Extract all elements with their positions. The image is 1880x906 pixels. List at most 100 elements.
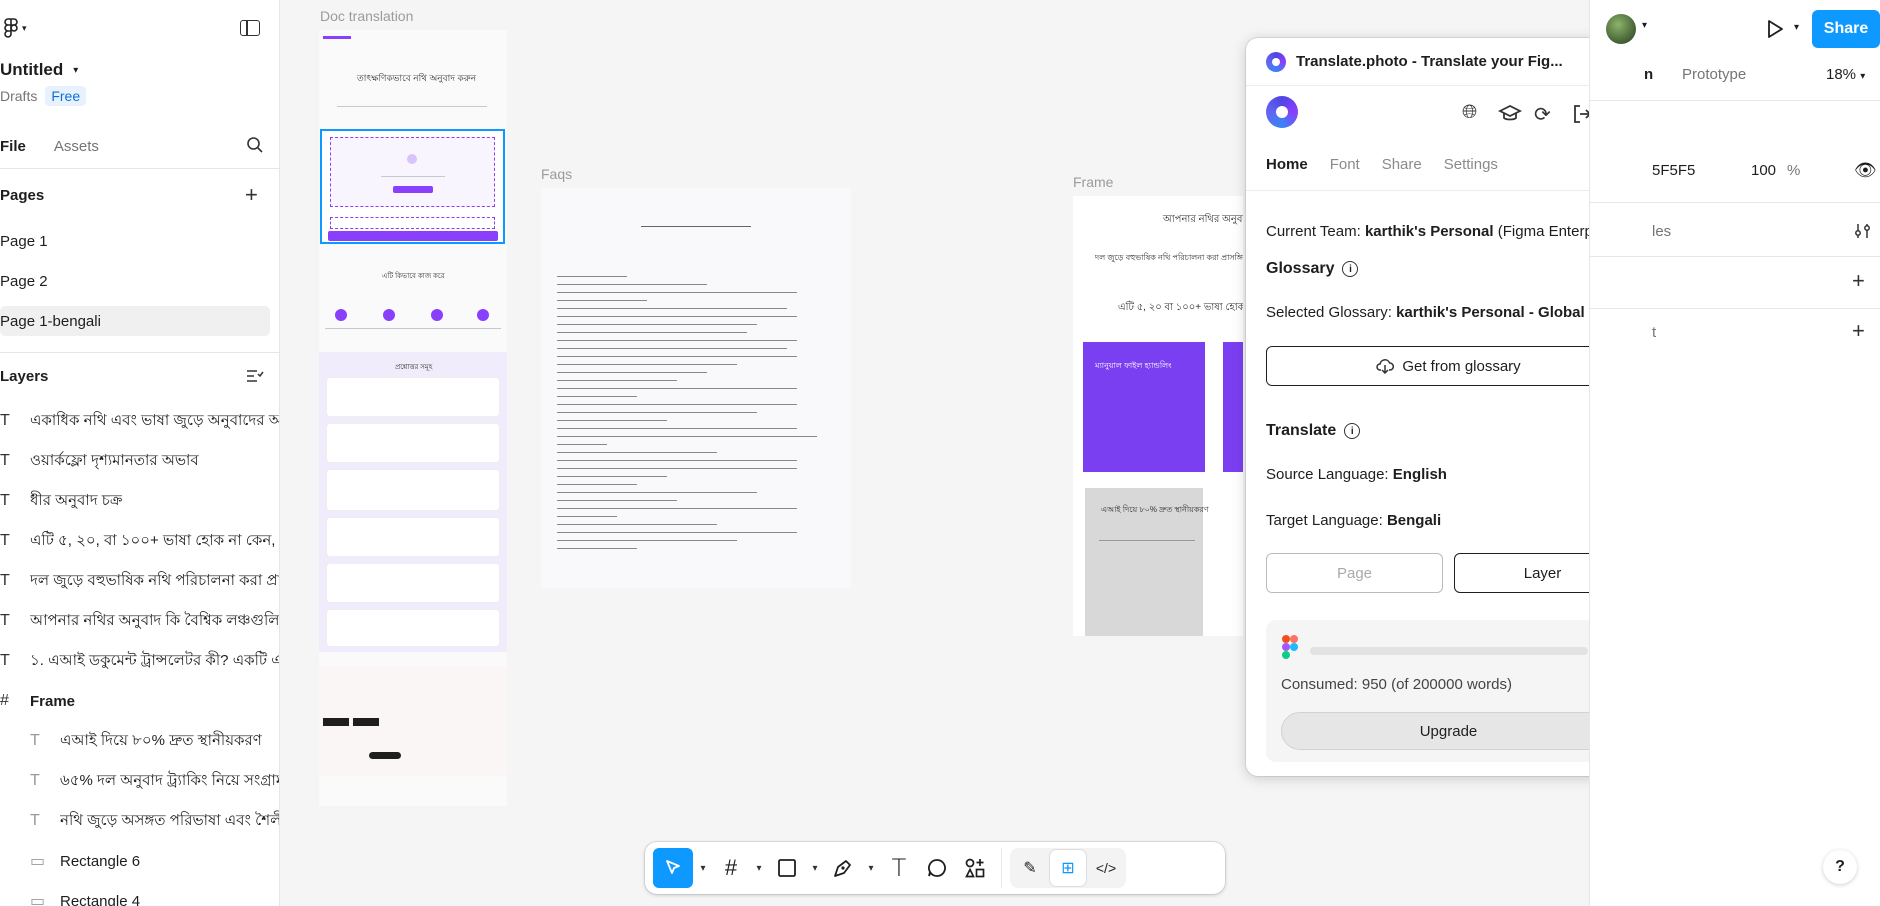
- refresh-icon[interactable]: ⟳: [1534, 102, 1551, 127]
- figma-color-logo-icon: [1282, 635, 1298, 659]
- layer-row[interactable]: T এটি ৫, ২০, বা ১০০+ ভাষা হোক না কেন, চ: [0, 526, 279, 556]
- step-dot: [477, 309, 489, 321]
- layer-row[interactable]: T ১. এআই ডকুমেন্ট ট্রান্সলেটর কী? একটি এ: [0, 646, 279, 676]
- chevron-down-icon[interactable]: ▾: [863, 863, 879, 874]
- tab-file[interactable]: File: [0, 138, 26, 155]
- text-layer-icon: T: [30, 812, 40, 829]
- plugin-tab-home[interactable]: Home: [1266, 156, 1308, 173]
- add-export-icon[interactable]: +: [1852, 320, 1865, 342]
- plugin-tab-settings[interactable]: Settings: [1444, 156, 1498, 173]
- page-item-bengali[interactable]: Page 1-bengali: [0, 306, 270, 336]
- page-item-1[interactable]: Page 1: [0, 226, 270, 256]
- chevron-down-icon[interactable]: ▾: [1642, 20, 1647, 31]
- text-tool-button[interactable]: T: [881, 848, 917, 888]
- plan-badge[interactable]: Free: [45, 86, 87, 106]
- add-effect-icon[interactable]: +: [1852, 270, 1865, 292]
- how-title: এটি কিভাবে কাজ করে: [382, 273, 445, 280]
- layer-row[interactable]: ▭ Rectangle 6: [0, 846, 279, 876]
- faq-text-line: [557, 340, 797, 341]
- faq-text-line: [557, 532, 797, 533]
- chevron-down-icon[interactable]: ▾: [751, 863, 767, 874]
- layer-row[interactable]: T ৬৫% দল অনুবাদ ট্র্যাকিং নিয়ে সংগ্রাম: [0, 766, 279, 796]
- actions-tool-button[interactable]: [957, 848, 993, 888]
- layer-row[interactable]: T ওয়ার্কফ্লো দৃশ্যমানতার অভাব: [0, 446, 279, 476]
- styles-adjust-icon[interactable]: [1854, 222, 1872, 240]
- frame-icon: #: [724, 855, 738, 880]
- translate-page-button[interactable]: Page: [1266, 553, 1443, 593]
- frame-label-doc-translation[interactable]: Doc translation: [320, 8, 413, 24]
- get-from-glossary-label: Get from glossary: [1402, 357, 1521, 375]
- faq-text-line: [557, 540, 737, 541]
- frame-tool-button[interactable]: #: [713, 848, 749, 888]
- info-icon[interactable]: i: [1342, 261, 1359, 277]
- right-panel: ▾ ▾ Share n Prototype 18% ▾ 5F5F5 100 % …: [1589, 0, 1880, 906]
- design-mode-button[interactable]: ⊞: [1050, 850, 1086, 886]
- chevron-down-icon: ▾: [1860, 71, 1866, 82]
- faq-text-line: [557, 500, 677, 501]
- layer-row[interactable]: T ধীর অনুবাদ চক্র: [0, 486, 279, 516]
- text-layer-icon: T: [0, 492, 10, 509]
- shape-tool-button[interactable]: [769, 848, 805, 888]
- graduation-cap-icon[interactable]: [1498, 104, 1522, 124]
- layer-row[interactable]: ▭ Rectangle 4: [0, 886, 279, 906]
- selected-glossary-value: karthik's Personal - Global: [1396, 304, 1585, 321]
- get-from-glossary-button[interactable]: Get from glossary: [1266, 346, 1631, 386]
- fill-opacity[interactable]: 100: [1751, 162, 1776, 179]
- comment-tool-button[interactable]: [919, 848, 955, 888]
- plugin-tab-share[interactable]: Share: [1382, 156, 1422, 173]
- drafts-link[interactable]: Drafts: [0, 88, 37, 104]
- left-sidebar: ▾ Untitled ▾ Drafts Free File Assets Pag…: [0, 0, 280, 906]
- faqs-frame[interactable]: [541, 188, 851, 588]
- mini-line: [325, 328, 501, 329]
- search-icon[interactable]: [246, 136, 264, 154]
- avatar[interactable]: [1606, 14, 1636, 44]
- fill-hex[interactable]: 5F5F5: [1652, 162, 1695, 179]
- faq-text-line: [557, 284, 707, 285]
- draw-mode-button[interactable]: ✎: [1012, 850, 1048, 886]
- upgrade-button[interactable]: Upgrade: [1281, 712, 1616, 750]
- faq-text-line: [557, 332, 747, 333]
- share-button[interactable]: Share: [1812, 10, 1880, 48]
- plugin-nav: Home Font Share Settings: [1266, 156, 1498, 173]
- chevron-down-icon[interactable]: ▾: [807, 863, 823, 874]
- doc-translation-frame[interactable]: তাৎক্ষণিকভাবে নথি অনুবাদ করুন এটি কিভাবে…: [319, 30, 507, 806]
- faq-text-line: [557, 372, 707, 373]
- zoom-level[interactable]: 18% ▾: [1826, 66, 1865, 83]
- page-item-2[interactable]: Page 2: [0, 266, 270, 296]
- page-label: Page 1-bengali: [0, 312, 101, 330]
- dev-mode-button[interactable]: </>: [1088, 850, 1124, 886]
- present-play-icon[interactable]: [1765, 19, 1785, 39]
- sidebar-toggle-icon[interactable]: [240, 20, 260, 36]
- pen-tool-button[interactable]: [825, 848, 861, 888]
- chevron-down-icon[interactable]: ▾: [695, 863, 711, 874]
- layer-row[interactable]: # Frame: [0, 686, 279, 716]
- chevron-down-icon[interactable]: ▾: [1794, 22, 1799, 33]
- layers-collapse-icon[interactable]: [246, 368, 264, 384]
- frame-label-frame[interactable]: Frame: [1073, 174, 1113, 190]
- info-icon[interactable]: i: [1344, 423, 1361, 439]
- globe-icon[interactable]: 🌐︎: [1462, 102, 1477, 124]
- faq-text-line: [557, 516, 617, 517]
- faq-text-line: [557, 380, 677, 381]
- main-menu-button[interactable]: ▾: [4, 18, 27, 38]
- selected-upload-section[interactable]: [320, 129, 505, 244]
- layer-row[interactable]: T একাধিক নথি এবং ভাষা জুড়ে অনুবাদের অ: [0, 406, 279, 436]
- tab-design[interactable]: n: [1644, 66, 1653, 83]
- layer-row[interactable]: T আপনার নথির অনুবাদ কি বৈশ্বিক লঞ্চগুলি: [0, 606, 279, 636]
- file-name-button[interactable]: Untitled ▾: [0, 60, 78, 80]
- tab-assets[interactable]: Assets: [54, 138, 99, 155]
- plugin-tab-font[interactable]: Font: [1330, 156, 1360, 173]
- add-page-icon[interactable]: +: [245, 184, 258, 206]
- step-dot: [383, 309, 395, 321]
- faq-text-line: [557, 428, 797, 429]
- help-button[interactable]: ?: [1823, 850, 1857, 884]
- frame-label-faqs[interactable]: Faqs: [541, 166, 572, 182]
- layer-row[interactable]: T দল জুড়ে বহুভাষিক নথি পরিচালনা করা প্রা: [0, 566, 279, 596]
- left-tabs: File Assets: [0, 134, 279, 158]
- landing-frame[interactable]: আপনার নথির অনুবাদ দল জুড়ে বহুভাষিক নথি …: [1073, 196, 1243, 636]
- eye-icon[interactable]: 👁︎: [1854, 160, 1877, 181]
- move-tool-button[interactable]: [653, 848, 693, 888]
- layer-row[interactable]: T নথি জুড়ে অসঙ্গত পরিভাষা এবং শৈলী: [0, 806, 279, 836]
- layer-row[interactable]: T এআই দিয়ে ৮০% দ্রুত স্থানীয়করণ: [0, 726, 279, 756]
- tab-prototype[interactable]: Prototype: [1682, 66, 1746, 83]
